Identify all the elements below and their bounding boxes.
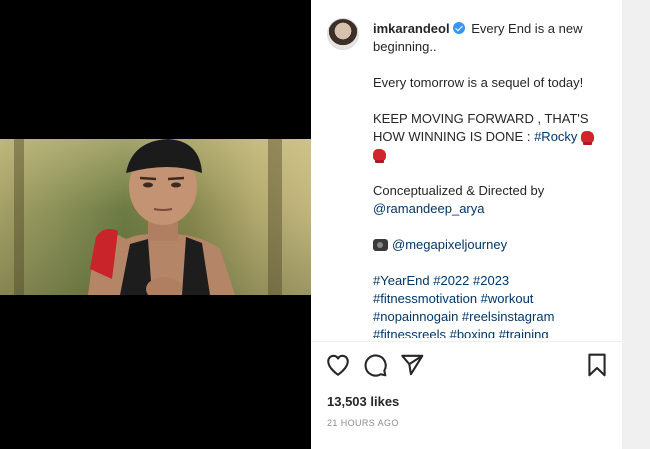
post-sidebar: imkarandeol Every End is a new beginning… bbox=[311, 0, 622, 449]
video-camera-icon bbox=[373, 239, 388, 251]
scrollbar[interactable] bbox=[622, 0, 650, 449]
caption-line-2: Every tomorrow is a sequel of today! bbox=[373, 75, 584, 90]
background-tree bbox=[14, 139, 24, 295]
media-pane[interactable] bbox=[0, 0, 311, 449]
mention-camera[interactable]: @megapixeljourney bbox=[392, 237, 507, 252]
caption-area[interactable]: imkarandeol Every End is a new beginning… bbox=[311, 0, 622, 338]
caption: imkarandeol Every End is a new beginning… bbox=[373, 20, 609, 338]
mention-director[interactable]: @ramandeep_arya bbox=[373, 200, 609, 218]
verified-badge-icon bbox=[452, 22, 465, 34]
send-icon[interactable] bbox=[399, 352, 425, 378]
caption-paragraph-3: KEEP MOVING FORWARD , THAT'S HOW WINNING… bbox=[373, 110, 609, 164]
boxing-glove-icon bbox=[581, 131, 595, 145]
divider bbox=[311, 341, 622, 342]
caption-first-paragraph: imkarandeol Every End is a new beginning… bbox=[373, 20, 609, 56]
hashtags-block: #YearEnd #2022 #2023 #fitnessmotivation … bbox=[373, 272, 609, 338]
hashtags-line-2[interactable]: #fitnessmotivation #workout bbox=[373, 290, 609, 308]
likes-count[interactable]: 13,503 likes bbox=[327, 394, 399, 409]
bookmark-icon[interactable] bbox=[584, 352, 610, 378]
caption-paragraph-5: @megapixeljourney bbox=[373, 236, 609, 254]
video-subject-boxer bbox=[88, 139, 235, 295]
hashtags-line-4[interactable]: #fitnessreels #boxing #training bbox=[373, 326, 609, 338]
page-gutter bbox=[622, 0, 650, 449]
background-tree bbox=[268, 139, 282, 295]
action-bar bbox=[311, 352, 622, 382]
hashtags-line-3[interactable]: #nopainnogain #reelsinstagram bbox=[373, 308, 609, 326]
comment-icon[interactable] bbox=[362, 352, 388, 378]
username-link[interactable]: imkarandeol bbox=[373, 21, 450, 36]
post-date[interactable]: 21 HOURS AGO bbox=[327, 418, 399, 428]
heart-icon[interactable] bbox=[325, 352, 351, 378]
avatar[interactable] bbox=[327, 18, 359, 50]
hashtags-line-1[interactable]: #YearEnd #2022 #2023 bbox=[373, 272, 609, 290]
caption-line-4: Conceptualized & Directed by bbox=[373, 183, 545, 198]
boxing-glove-icon bbox=[373, 149, 386, 163]
video-frame[interactable] bbox=[0, 139, 311, 295]
caption-paragraph-4: Conceptualized & Directed by @ramandeep_… bbox=[373, 182, 609, 218]
hashtag-rocky[interactable]: #Rocky bbox=[534, 129, 577, 144]
